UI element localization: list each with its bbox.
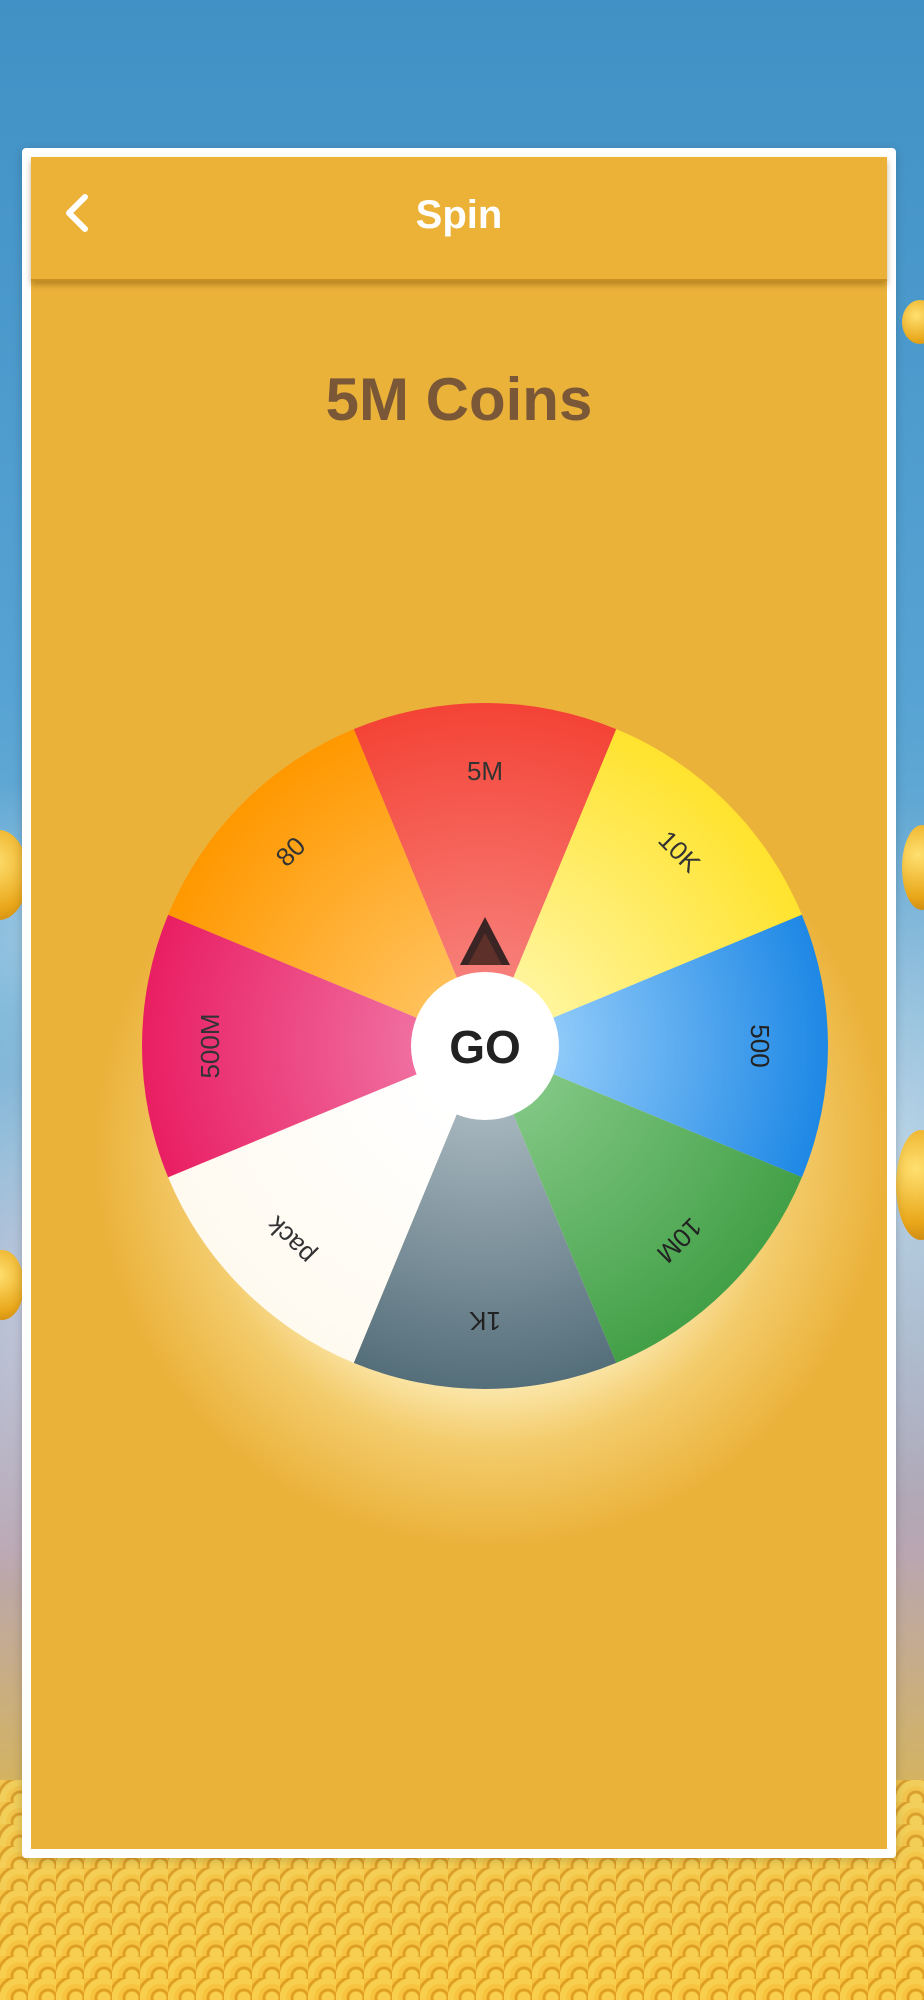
wheel-graphic: 5M10K50010M1Kpack500M80 GO (142, 703, 828, 1389)
wheel-segment-label: 500 (745, 1024, 775, 1067)
go-button[interactable]: GO (411, 972, 559, 1120)
header-bar: Spin (31, 157, 887, 281)
prize-label: 5M Coins (325, 366, 593, 433)
page-title: Spin (415, 193, 503, 237)
wheel-segment-label: 500M (195, 1013, 225, 1078)
go-label: GO (449, 1021, 521, 1073)
wheel-segment-label: 5M (467, 756, 503, 786)
prize-wheel[interactable]: 5M 10K 500 10M 1K pack 500M 80 GO (142, 703, 828, 1389)
spin-panel: Spin 5M Coins 5M 10K 500 10M 1K pack 500M 80 GO (22, 148, 896, 1858)
wheel-segment-label: 1K (468, 1306, 500, 1336)
